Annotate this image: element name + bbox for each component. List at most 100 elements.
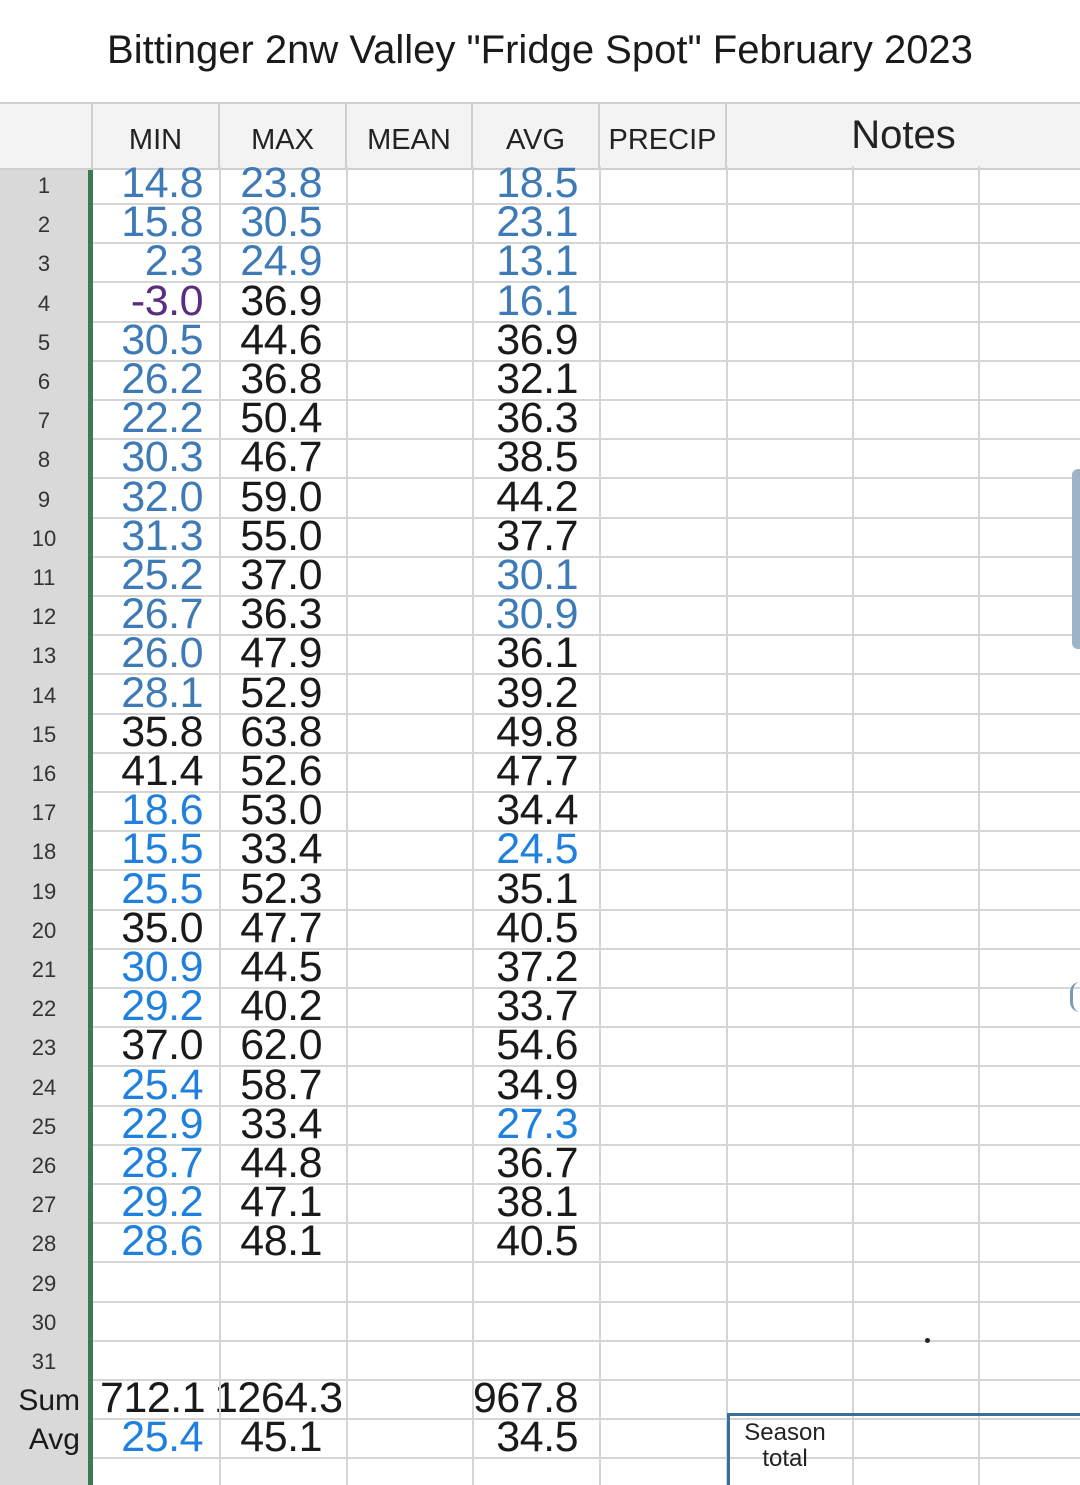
row-number[interactable]: 25 <box>0 1107 88 1146</box>
min-cell[interactable] <box>95 1262 203 1301</box>
min-cell[interactable]: 15.5 <box>95 828 203 871</box>
max-cell[interactable]: 33.4 <box>222 1102 322 1145</box>
scroll-handle[interactable] <box>1072 469 1080 649</box>
max-cell[interactable]: 59.0 <box>222 475 322 518</box>
avg-cell[interactable] <box>470 1340 578 1379</box>
row-number[interactable]: 22 <box>0 989 88 1028</box>
max-cell[interactable]: 52.6 <box>222 750 322 793</box>
row-number[interactable]: 23 <box>0 1028 88 1067</box>
row-number[interactable]: 13 <box>0 636 88 675</box>
avg-cell[interactable]: 47.7 <box>470 750 578 793</box>
row-number[interactable]: 19 <box>0 872 88 911</box>
max-cell[interactable]: 55.0 <box>222 514 322 557</box>
avg-cell[interactable]: 36.7 <box>470 1142 578 1185</box>
avg-cell[interactable]: 32.1 <box>470 358 578 401</box>
row-number[interactable]: 29 <box>0 1264 88 1303</box>
min-cell[interactable]: 14.8 <box>95 162 203 205</box>
max-cell[interactable] <box>222 1340 322 1379</box>
avg-cell[interactable]: 35.1 <box>470 867 578 910</box>
header-precip[interactable]: PRECIP <box>600 104 727 168</box>
sum-label[interactable]: Sum <box>0 1381 88 1420</box>
row-number[interactable]: 12 <box>0 597 88 636</box>
header-mean[interactable]: MEAN <box>347 104 473 168</box>
max-cell[interactable]: 53.0 <box>222 789 322 832</box>
max-cell[interactable]: 40.2 <box>222 985 322 1028</box>
min-cell[interactable]: 25.2 <box>95 554 203 597</box>
min-cell[interactable] <box>95 1340 203 1379</box>
avg-cell[interactable]: 30.1 <box>470 554 578 597</box>
min-cell[interactable]: 35.8 <box>95 710 203 753</box>
row-number[interactable]: 20 <box>0 911 88 950</box>
avg-cell[interactable]: 40.5 <box>470 906 578 949</box>
sum-max-cell[interactable]: 1264.3 <box>214 1377 346 1420</box>
header-notes[interactable]: Notes <box>727 104 1080 168</box>
avg-cell[interactable]: 23.1 <box>470 201 578 244</box>
min-cell[interactable]: 26.0 <box>95 632 203 675</box>
min-cell[interactable]: 30.9 <box>95 946 203 989</box>
min-cell[interactable]: 15.8 <box>95 201 203 244</box>
min-cell[interactable]: 31.3 <box>95 514 203 557</box>
min-cell[interactable]: 25.5 <box>95 867 203 910</box>
avg-cell[interactable]: 34.4 <box>470 789 578 832</box>
corner-cell[interactable] <box>0 104 93 168</box>
row-number[interactable]: 17 <box>0 793 88 832</box>
avg-cell[interactable]: 40.5 <box>470 1220 578 1263</box>
max-cell[interactable]: 44.5 <box>222 946 322 989</box>
row-number[interactable]: 2 <box>0 205 88 244</box>
row-number[interactable]: 18 <box>0 832 88 871</box>
avg-cell[interactable]: 24.5 <box>470 828 578 871</box>
row-number[interactable]: 14 <box>0 676 88 715</box>
avg-cell[interactable]: 36.1 <box>470 632 578 675</box>
avg-max-cell[interactable]: 45.1 <box>222 1416 322 1459</box>
max-cell[interactable] <box>222 1262 322 1301</box>
row-number[interactable]: 1 <box>0 166 88 205</box>
row-number[interactable]: 6 <box>0 362 88 401</box>
avg-cell[interactable]: 44.2 <box>470 475 578 518</box>
row-number[interactable]: 16 <box>0 754 88 793</box>
max-cell[interactable]: 44.6 <box>222 318 322 361</box>
max-cell[interactable]: 33.4 <box>222 828 322 871</box>
avg-cell[interactable]: 49.8 <box>470 710 578 753</box>
avg-avg-cell[interactable]: 34.5 <box>470 1416 578 1459</box>
row-number[interactable]: 28 <box>0 1224 88 1263</box>
avg-label[interactable]: Avg <box>0 1420 88 1459</box>
avg-cell[interactable]: 16.1 <box>470 279 578 322</box>
min-cell[interactable]: 32.0 <box>95 475 203 518</box>
max-cell[interactable] <box>222 1301 322 1340</box>
avg-cell[interactable]: 18.5 <box>470 162 578 205</box>
max-cell[interactable]: 36.8 <box>222 358 322 401</box>
max-cell[interactable]: 37.0 <box>222 554 322 597</box>
min-cell[interactable]: 22.2 <box>95 397 203 440</box>
min-cell[interactable]: 25.4 <box>95 1063 203 1106</box>
max-cell[interactable]: 46.7 <box>222 436 322 479</box>
sum-min-cell[interactable]: 712.1 <box>100 1377 216 1420</box>
max-cell[interactable]: 52.3 <box>222 867 322 910</box>
avg-cell[interactable]: 13.1 <box>470 240 578 283</box>
max-cell[interactable]: 23.8 <box>222 162 322 205</box>
min-cell[interactable]: 37.0 <box>95 1024 203 1067</box>
min-cell[interactable]: 41.4 <box>95 750 203 793</box>
avg-cell[interactable]: 39.2 <box>470 671 578 714</box>
min-cell[interactable]: 28.1 <box>95 671 203 714</box>
max-cell[interactable]: 47.9 <box>222 632 322 675</box>
max-cell[interactable]: 47.7 <box>222 906 322 949</box>
min-cell[interactable]: 30.3 <box>95 436 203 479</box>
max-cell[interactable]: 30.5 <box>222 201 322 244</box>
max-cell[interactable]: 36.9 <box>222 279 322 322</box>
min-cell[interactable]: 22.9 <box>95 1102 203 1145</box>
row-number[interactable]: 27 <box>0 1185 88 1224</box>
row-number[interactable]: 11 <box>0 558 88 597</box>
min-cell[interactable]: 35.0 <box>95 906 203 949</box>
row-number[interactable]: 24 <box>0 1068 88 1107</box>
max-cell[interactable]: 48.1 <box>222 1220 322 1263</box>
row-number[interactable]: 21 <box>0 950 88 989</box>
row-number[interactable]: 30 <box>0 1303 88 1342</box>
row-number[interactable]: 15 <box>0 715 88 754</box>
row-number[interactable]: 26 <box>0 1146 88 1185</box>
min-cell[interactable]: -3.0 <box>95 279 204 322</box>
min-cell[interactable]: 28.7 <box>95 1142 203 1185</box>
spreadsheet[interactable]: MIN MAX MEAN AVG PRECIP Notes 1 14.8 23.8 1… <box>0 102 1080 1485</box>
avg-cell[interactable]: 38.1 <box>470 1181 578 1224</box>
max-cell[interactable]: 58.7 <box>222 1063 322 1106</box>
avg-cell[interactable]: 37.7 <box>470 514 578 557</box>
